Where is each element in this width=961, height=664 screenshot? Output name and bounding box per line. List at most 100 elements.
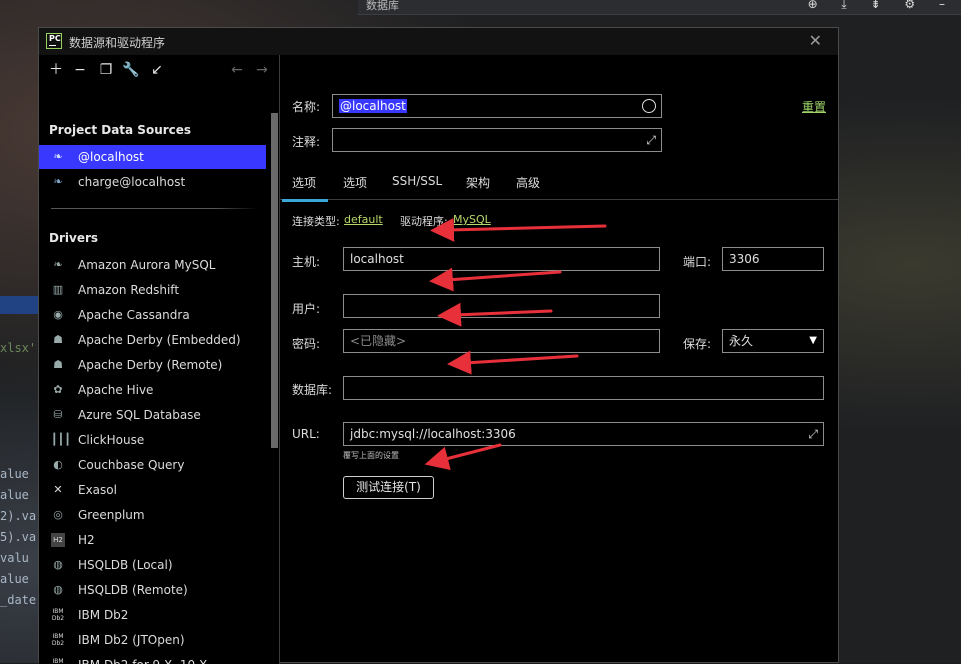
- data-sources-dialog: PC 数据源和驱动程序 ✕ ＋ − ❐ 🔧 ↙ ← → Project Data…: [38, 27, 839, 664]
- expand-icon[interactable]: ⤢: [646, 129, 656, 151]
- data-source-item[interactable]: ❧ charge@localhost: [39, 170, 266, 194]
- derby-icon: ☗: [53, 358, 63, 371]
- comment-label: 注释:: [292, 135, 321, 149]
- duplicate-icon[interactable]: ❐: [97, 61, 115, 79]
- port-field[interactable]: 3306: [722, 247, 824, 271]
- driver-item[interactable]: ◍ HSQLDB (Remote): [39, 578, 266, 602]
- host-field[interactable]: localhost: [343, 247, 660, 271]
- background-code-line: 5).va: [0, 530, 37, 544]
- db2-icon: IBMDb2: [52, 658, 64, 664]
- password-label: 密码:: [292, 337, 321, 351]
- tab-options[interactable]: 选项: [343, 174, 367, 199]
- reset-link[interactable]: 重置: [802, 98, 826, 115]
- background-code-selection: [0, 296, 40, 314]
- hsqldb-icon: ◍: [53, 583, 63, 596]
- driver-item[interactable]: ✿ Apache Hive: [39, 378, 266, 402]
- section-divider: [51, 208, 258, 209]
- wrench-icon[interactable]: 🔧: [122, 61, 140, 79]
- data-sources-toolbar: ＋ − ❐ 🔧 ↙ ← →: [47, 61, 277, 81]
- background-code-line: alue: [0, 488, 29, 502]
- user-label: 用户:: [292, 302, 321, 316]
- chevron-down-icon: ▼: [809, 335, 817, 346]
- background-code-line: 2).va: [0, 509, 37, 523]
- mysql-icon: ❧: [53, 258, 63, 271]
- window-title: 数据源和驱动程序: [69, 36, 166, 50]
- driver-item[interactable]: IBM Db2 IBM Db2 (JTOpen): [39, 628, 266, 652]
- save-mode-select[interactable]: 永久 ▼: [722, 329, 824, 353]
- driver-item[interactable]: ◍ HSQLDB (Local): [39, 553, 266, 577]
- database-label: 数据库:: [292, 383, 333, 397]
- user-field[interactable]: [343, 294, 660, 318]
- comment-field[interactable]: ⤢: [332, 128, 662, 152]
- mysql-icon: ❧: [53, 175, 63, 188]
- add-icon[interactable]: ＋: [47, 61, 65, 79]
- data-source-item[interactable]: ❧ @localhost: [39, 145, 266, 169]
- cassandra-icon: ◉: [53, 308, 63, 321]
- back-arrow-icon[interactable]: ←: [228, 61, 246, 79]
- db2-icon: IBMDb2: [51, 608, 65, 622]
- driver-item[interactable]: ◎ Greenplum: [39, 503, 266, 527]
- color-circle-icon[interactable]: [642, 99, 656, 113]
- hive-icon: ✿: [53, 383, 63, 396]
- dialog-titlebar[interactable]: PC 数据源和驱动程序 ✕: [39, 28, 838, 55]
- background-code-fragment: xlsx': [0, 341, 37, 355]
- hsqldb-icon: ◍: [53, 558, 63, 571]
- password-field[interactable]: <已隐藏>: [343, 329, 660, 353]
- driver-item[interactable]: ✕ Exasol: [39, 478, 266, 502]
- driver-item[interactable]: H2 H2: [39, 528, 266, 552]
- driver-item[interactable]: IBM Db2 IBM Db2: [39, 603, 266, 627]
- driver-item[interactable]: ☗ Apache Derby (Embedded): [39, 328, 266, 352]
- url-override-hint: 覆写上面的设置: [343, 451, 399, 460]
- name-field[interactable]: @localhost: [332, 94, 662, 118]
- database-field[interactable]: [343, 376, 824, 400]
- scrollbar-thumb[interactable]: [271, 113, 278, 448]
- mysql-icon: ❧: [53, 150, 63, 163]
- import-icon[interactable]: ↙: [148, 61, 166, 79]
- exasol-icon: ✕: [53, 483, 63, 496]
- driver-item[interactable]: ⛁ Azure SQL Database: [39, 403, 266, 427]
- azure-icon: ⛁: [53, 408, 63, 421]
- tab-advanced[interactable]: 高级: [516, 174, 540, 199]
- driver-item[interactable]: ▥ Amazon Redshift: [39, 278, 266, 302]
- connection-type-label: 连接类型:: [292, 215, 340, 228]
- remove-icon[interactable]: −: [71, 61, 89, 79]
- driver-item[interactable]: ❧ Amazon Aurora MySQL: [39, 253, 266, 277]
- background-toolbar-icons: ⊕ ⤓ ⇟ ⚙ –: [807, 0, 955, 11]
- redshift-icon: ▥: [52, 283, 64, 296]
- tab-ssh-ssl[interactable]: SSH/SSL: [392, 174, 442, 196]
- name-label: 名称:: [292, 100, 321, 114]
- background-code-line: alue: [0, 572, 29, 586]
- connection-type-value[interactable]: default: [344, 213, 383, 226]
- port-label: 端口:: [683, 255, 712, 269]
- driver-value[interactable]: MySQL: [453, 213, 491, 226]
- background-code-line: _date: [0, 593, 37, 607]
- tab-schemas[interactable]: 架构: [466, 174, 490, 199]
- expand-icon[interactable]: ⤢: [808, 423, 818, 445]
- driver-item[interactable]: ┃┃┃ ClickHouse: [39, 428, 266, 452]
- close-icon[interactable]: ✕: [809, 31, 822, 50]
- h2-icon: H2: [51, 533, 65, 547]
- forward-arrow-icon[interactable]: →: [253, 61, 271, 79]
- background-tool-window-header: 数据库 ⊕ ⤓ ⇟ ⚙ –: [358, 0, 961, 15]
- host-label: 主机:: [292, 255, 321, 269]
- background-code-line: valu: [0, 551, 29, 565]
- url-field[interactable]: jdbc:mysql://localhost:3306 ⤢: [343, 422, 824, 446]
- driver-item[interactable]: ☗ Apache Derby (Remote): [39, 353, 266, 377]
- greenplum-icon: ◎: [53, 508, 63, 521]
- connection-settings-panel: 名称: @localhost 重置 注释: ⤢ 选项 选项 SSH/SSL 架构…: [280, 55, 838, 664]
- pycharm-app-icon: PC: [46, 33, 62, 49]
- clickhouse-icon: ┃┃┃: [51, 433, 71, 446]
- driver-item[interactable]: IBMDb2IBM Db2 for 9.X, 10.X: [39, 653, 266, 664]
- drivers-title: Drivers: [49, 231, 99, 245]
- test-connection-button[interactable]: 测试连接(T): [343, 476, 434, 499]
- driver-item[interactable]: ◉ Apache Cassandra: [39, 303, 266, 327]
- driver-label: 驱动程序:: [400, 215, 448, 228]
- driver-item[interactable]: ◐ Couchbase Query: [39, 453, 266, 477]
- db2-icon: IBMDb2: [51, 633, 65, 647]
- couchbase-icon: ◐: [53, 458, 63, 471]
- settings-tabs: 选项 选项 SSH/SSL 架构 高级: [280, 168, 838, 202]
- tab-general[interactable]: 选项: [282, 174, 329, 202]
- background-code-line: alue: [0, 467, 29, 481]
- data-sources-panel: ＋ − ❐ 🔧 ↙ ← → Project Data Sources ❧ @lo…: [39, 55, 279, 664]
- save-label: 保存:: [683, 337, 712, 351]
